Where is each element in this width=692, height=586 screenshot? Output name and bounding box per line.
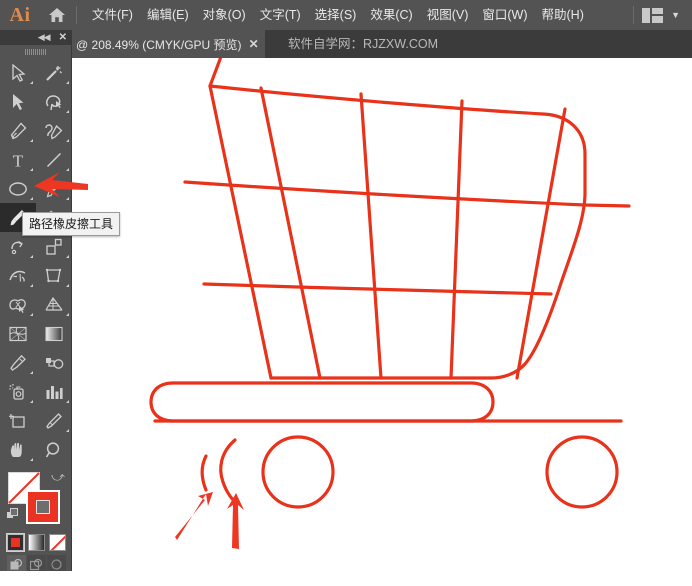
ellipse-tool[interactable] <box>0 174 36 203</box>
grid-vline-2 <box>361 94 381 378</box>
close-icon[interactable]: ✕ <box>59 33 67 43</box>
artboard-tool[interactable] <box>0 406 36 435</box>
watermark-text: 软件自学网：RJZXW.COM <box>288 30 438 58</box>
menu-bar: Ai 文件(F) 编辑(E) 对象(O) 文字(T) 选择(S) 效果(C) 视… <box>0 0 692 30</box>
menu-item-effect[interactable]: 效果(C) <box>363 0 419 30</box>
zoom-tool[interactable] <box>36 435 72 464</box>
menu-divider <box>76 6 77 24</box>
default-fill-stroke-icon[interactable] <box>6 508 19 526</box>
wheel-arc-fragment-1 <box>202 456 206 490</box>
ai-logo: Ai <box>0 0 40 30</box>
grid-vline-1 <box>261 88 320 378</box>
perspective-grid-tool[interactable] <box>36 290 72 319</box>
tool-grid: T <box>0 58 71 464</box>
illustrator-window: Ai 文件(F) 编辑(E) 对象(O) 文字(T) 选择(S) 效果(C) 视… <box>0 0 692 586</box>
scale-tool[interactable] <box>36 232 72 261</box>
document-tab[interactable]: @ 208.49% (CMYK/GPU 预览) ✕ <box>72 30 265 58</box>
tools-panel-header: ◀◀ ✕ <box>0 30 71 45</box>
color-mode-gradient[interactable] <box>28 534 45 551</box>
drag-grip-icon[interactable] <box>0 45 71 58</box>
cart-artwork <box>73 58 692 586</box>
menu-item-edit[interactable]: 编辑(E) <box>140 0 196 30</box>
basket-left-side <box>210 86 271 378</box>
magic-wand-tool[interactable] <box>36 58 72 87</box>
stroke-swatch[interactable] <box>26 490 60 524</box>
menu-item-file[interactable]: 文件(F) <box>85 0 140 30</box>
cart-wheel-right <box>547 437 617 507</box>
free-transform-tool[interactable] <box>36 261 72 290</box>
tool-tooltip: 路径橡皮擦工具 <box>22 212 120 236</box>
cart-wheel-left <box>263 437 333 507</box>
shopping-cart-outline <box>151 58 629 507</box>
chevron-down-icon[interactable]: ▼ <box>671 11 680 20</box>
menu-item-object[interactable]: 对象(O) <box>196 0 253 30</box>
shape-builder-tool[interactable] <box>0 290 36 319</box>
column-graph-tool[interactable] <box>36 377 72 406</box>
collapse-panel-icon[interactable]: ◀◀ <box>38 32 50 43</box>
document-tab-label: @ 208.49% (CMYK/GPU 预览) <box>76 36 242 53</box>
direct-selection-tool[interactable] <box>0 87 36 116</box>
paint-mode-row <box>0 530 71 551</box>
gradient-tool[interactable] <box>36 319 72 348</box>
menu-item-type[interactable]: 文字(T) <box>253 0 308 30</box>
document-tab-bar: @ 208.49% (CMYK/GPU 预览) ✕ 软件自学网：RJZXW.CO… <box>0 30 692 58</box>
home-icon[interactable] <box>40 0 74 30</box>
menu-item-view[interactable]: 视图(V) <box>420 0 476 30</box>
menu-bar-right: ▼ <box>631 6 692 24</box>
grid-hline-1-ext <box>585 205 629 206</box>
wheel-arc-fragment-2 <box>221 440 237 504</box>
line-segment-tool[interactable] <box>36 145 72 174</box>
cart-handle-stub <box>210 58 222 86</box>
menu-divider-right <box>633 6 634 24</box>
color-mode-solid[interactable] <box>7 534 24 551</box>
grid-hline-1 <box>185 182 585 205</box>
close-icon[interactable]: ✕ <box>249 38 259 50</box>
paintbrush-tool[interactable] <box>36 174 72 203</box>
symbol-sprayer-tool[interactable] <box>0 377 36 406</box>
selection-tool[interactable] <box>0 58 36 87</box>
fill-stroke-controls: ⤻ <box>0 468 71 530</box>
width-tool[interactable] <box>0 261 36 290</box>
menu-item-help[interactable]: 帮助(H) <box>535 0 591 30</box>
menu-item-list: 文件(F) 编辑(E) 对象(O) 文字(T) 选择(S) 效果(C) 视图(V… <box>85 0 591 30</box>
draw-inside-mode[interactable] <box>47 555 66 571</box>
blend-tool[interactable] <box>36 348 72 377</box>
draw-normal-mode[interactable] <box>7 555 26 571</box>
hand-tool[interactable] <box>0 435 36 464</box>
draw-behind-mode[interactable] <box>27 555 46 571</box>
draw-mode-row <box>0 551 71 571</box>
curvature-tool[interactable] <box>36 116 72 145</box>
mesh-tool[interactable] <box>0 319 36 348</box>
grid-hline-2 <box>204 284 551 294</box>
color-mode-none[interactable] <box>49 534 66 551</box>
cart-bottom-rail <box>151 383 493 421</box>
svg-text:T: T <box>13 151 24 169</box>
eyedropper-tool[interactable] <box>0 348 36 377</box>
tools-panel: ◀◀ ✕ <box>0 30 72 571</box>
artboard-canvas[interactable] <box>73 58 692 586</box>
workspace-layout-icon[interactable] <box>642 8 663 23</box>
swap-fill-stroke-icon[interactable]: ⤻ <box>51 470 65 483</box>
menu-item-window[interactable]: 窗口(W) <box>475 0 534 30</box>
lasso-tool[interactable] <box>36 87 72 116</box>
menu-item-select[interactable]: 选择(S) <box>308 0 364 30</box>
grid-vline-3 <box>451 101 462 378</box>
rotate-tool[interactable] <box>0 232 36 261</box>
slice-tool[interactable] <box>36 406 72 435</box>
pen-tool[interactable] <box>0 116 36 145</box>
type-tool[interactable]: T <box>0 145 36 174</box>
